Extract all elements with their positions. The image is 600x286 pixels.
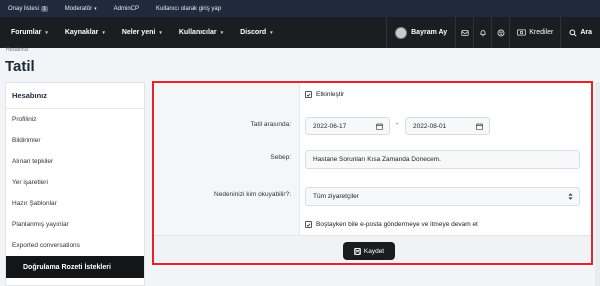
approval-queue-link[interactable]: Onay listesi 1 xyxy=(8,5,48,12)
nav-whats-new[interactable]: Neler yeni ▾ xyxy=(122,29,162,36)
checkmark-icon xyxy=(306,92,311,97)
email-option-label: Boştayken bile e-posta göndermeye ve itm… xyxy=(316,221,478,228)
nav-discord[interactable]: Discord ▾ xyxy=(240,29,273,36)
credits-link[interactable]: Krediler xyxy=(509,17,560,48)
nav-right-group: Bayram Ay Krediler Ara xyxy=(386,17,600,48)
visibility-select[interactable]: Tüm ziyaretçiler xyxy=(305,187,580,206)
nav-whats-new-label: Neler yeni xyxy=(121,29,156,36)
page-scrollbar[interactable] xyxy=(595,82,600,286)
email-checkbox-row[interactable]: Boştayken bile e-posta göndermeye ve itm… xyxy=(305,221,478,228)
page-title: Tatil xyxy=(5,58,35,75)
main-nav: Forumlar ▾ Kaynaklar ▾ Neler yeni ▾ Kull… xyxy=(0,17,600,48)
select-arrows-icon xyxy=(568,193,573,200)
nav-resources[interactable]: Kaynaklar ▾ xyxy=(65,29,105,36)
bell-icon[interactable] xyxy=(473,17,491,48)
approval-queue-label: Onay listesi xyxy=(8,5,40,12)
calendar-icon[interactable] xyxy=(476,123,483,130)
avatar xyxy=(395,26,408,39)
email-checkbox[interactable] xyxy=(305,221,312,228)
moderator-label: Moderatör xyxy=(64,5,93,12)
breadcrumb[interactable]: Hesabınız xyxy=(6,47,29,53)
login-as-user-label: Kullanıcı olarak giriş yap xyxy=(156,5,222,12)
sidebar-item-exported-conversations[interactable]: Exported conversations xyxy=(6,235,144,256)
save-button[interactable]: Kaydet xyxy=(343,242,395,260)
account-sidebar: Hesabınız Profiliniz Bildirimler Alınan … xyxy=(5,82,145,286)
chevron-down-icon[interactable]: ▾ xyxy=(159,30,162,36)
sidebar-item-templates[interactable]: Hazır Şablonlar xyxy=(6,193,144,214)
user-name: Bayram Ay xyxy=(411,29,448,36)
credits-label: Krediler xyxy=(529,29,554,36)
checkmark-icon xyxy=(306,222,311,227)
chevron-down-icon[interactable]: ▾ xyxy=(270,30,273,36)
sidebar-item-reactions[interactable]: Alınan tepkiler xyxy=(6,151,144,172)
enable-checkbox-row[interactable]: Etkinleştir xyxy=(305,91,344,98)
inbox-icon[interactable] xyxy=(455,17,473,48)
reason-value: Hastane Sorunları Kısa Zamanda Donecem. xyxy=(313,156,441,163)
visibility-label: Nedeninizi kim okuyabilir?: xyxy=(214,191,291,198)
enable-label: Etkinleştir xyxy=(316,91,345,98)
form-label-column: Tatil arasında: Sebep: Nedeninizi kim ok… xyxy=(154,83,300,235)
sidebar-item-scheduled-posts[interactable]: Planlanmış yayınlar xyxy=(6,214,144,235)
admincp-link[interactable]: AdminCP xyxy=(114,6,139,12)
chevron-down-icon[interactable]: ▾ xyxy=(45,30,48,36)
date-range-label: Tatil arasında: xyxy=(250,121,291,128)
chevron-down-icon: ▾ xyxy=(94,5,97,12)
top-bar: Onay listesi 1 Moderatör ▾ AdminCP Kulla… xyxy=(0,0,600,17)
smile-icon[interactable] xyxy=(491,17,509,48)
save-icon xyxy=(354,247,361,255)
chevron-down-icon[interactable]: ▾ xyxy=(221,30,224,36)
sidebar-heading: Hesabınız xyxy=(6,83,144,109)
chevron-down-icon[interactable]: ▾ xyxy=(102,30,105,36)
save-label: Kaydet xyxy=(363,247,385,255)
nav-resources-label: Kaynaklar xyxy=(64,29,99,36)
sidebar-item-profile[interactable]: Profiliniz xyxy=(6,109,144,130)
search-icon xyxy=(569,28,577,37)
admincp-label: AdminCP xyxy=(113,5,140,12)
end-date-input[interactable]: 2022-08-01 xyxy=(405,117,490,135)
moderator-menu[interactable]: Moderatör ▾ xyxy=(65,6,97,12)
date-separator: - xyxy=(396,121,399,128)
form-footer: Kaydet xyxy=(154,235,591,265)
start-date-value: 2022-06-17 xyxy=(313,122,347,130)
sidebar-item-bookmarks[interactable]: Yer işaretleri xyxy=(6,172,144,193)
approval-count-badge: 1 xyxy=(41,5,48,12)
nav-forums-label: Forumlar xyxy=(11,29,42,36)
reason-input[interactable]: Hastane Sorunları Kısa Zamanda Donecem. xyxy=(305,150,580,169)
nav-members[interactable]: Kullanıcılar ▾ xyxy=(179,29,223,36)
search-button[interactable]: Ara xyxy=(560,17,600,48)
user-menu[interactable]: Bayram Ay xyxy=(386,17,455,48)
start-date-input[interactable]: 2022-06-17 xyxy=(305,117,390,135)
end-date-value: 2022-08-01 xyxy=(413,122,447,130)
vacation-form: Tatil arasında: Sebep: Nedeninizi kim ok… xyxy=(153,82,592,265)
nav-discord-label: Discord xyxy=(240,29,267,36)
visibility-value: Tüm ziyaretçiler xyxy=(313,193,359,200)
nav-members-label: Kullanıcılar xyxy=(178,29,217,36)
money-icon xyxy=(517,29,527,36)
nav-forums[interactable]: Forumlar ▾ xyxy=(11,29,48,36)
reason-label: Sebep: xyxy=(270,154,291,161)
search-label: Ara xyxy=(580,29,592,36)
login-as-user-link[interactable]: Kullanıcı olarak giriş yap xyxy=(156,6,221,12)
calendar-icon[interactable] xyxy=(376,123,383,130)
sidebar-item-notifications[interactable]: Bildirimler xyxy=(6,130,144,151)
enable-checkbox[interactable] xyxy=(305,91,312,98)
sidebar-item-verification-badges[interactable]: Doğrulama Rozeti İstekleri xyxy=(6,256,144,278)
